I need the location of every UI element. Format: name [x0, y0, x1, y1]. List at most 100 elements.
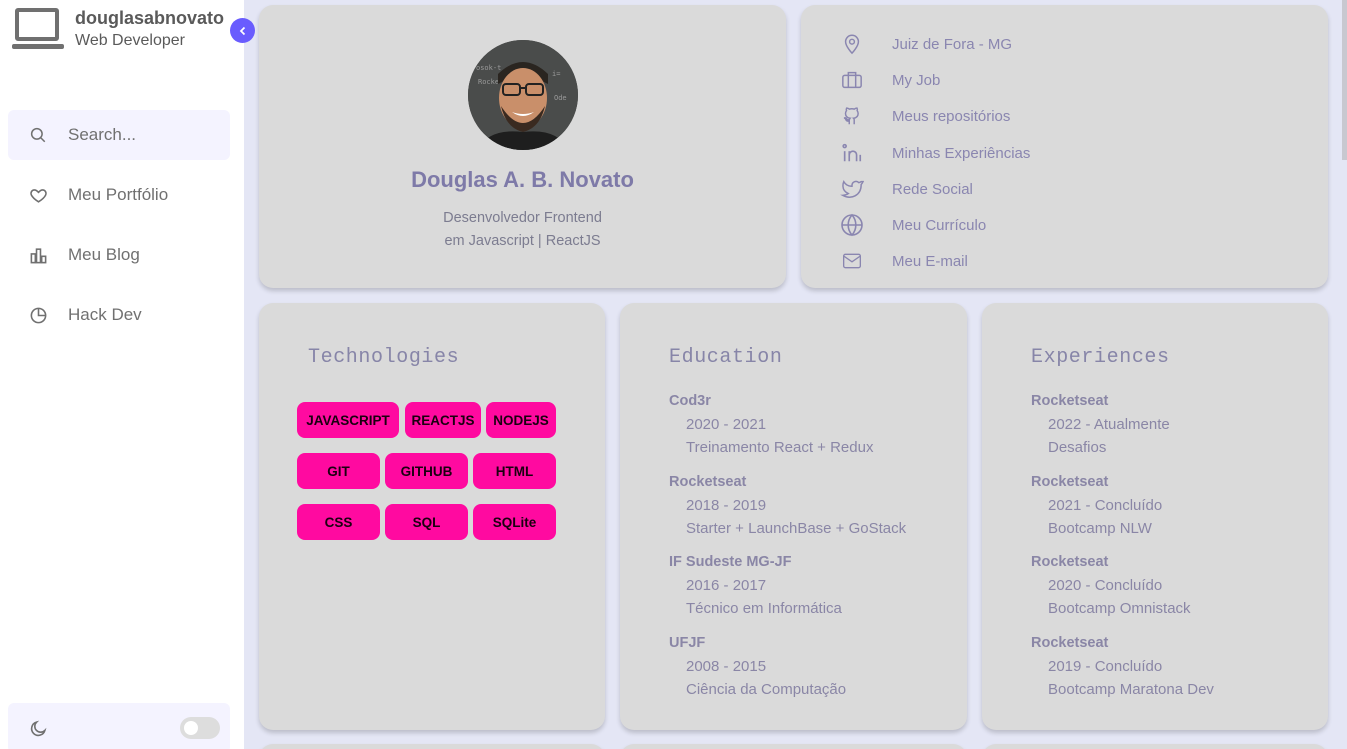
link-label: Rede Social	[892, 180, 973, 198]
briefcase-icon	[839, 67, 865, 93]
experience-entry: Rocketseat 2022 - Atualmente Desafios	[1031, 390, 1170, 459]
entry-title: IF Sudeste MG-JF	[669, 554, 792, 570]
nav-item-hackdev[interactable]: Hack Dev	[8, 290, 230, 340]
link-my-job[interactable]: My Job	[839, 65, 940, 95]
entry-period: 2019 - Concluído	[1048, 658, 1163, 675]
tech-tag: JAVASCRIPT	[297, 402, 399, 438]
laptop-icon	[12, 6, 64, 50]
entry-description: Bootcamp Omnistack	[1048, 600, 1191, 617]
entry-period: 2022 - Atualmente	[1048, 416, 1170, 433]
experience-entry: Rocketseat 2019 - Concluído Bootcamp Mar…	[1031, 632, 1214, 701]
link-curriculum[interactable]: Meu Currículo	[839, 210, 986, 240]
section-title: Education	[669, 346, 783, 369]
map-pin-icon	[839, 31, 865, 57]
experience-entry: Rocketseat 2021 - Concluído Bootcamp NLW	[1031, 471, 1162, 540]
entry-description: Bootcamp Maratona Dev	[1048, 681, 1214, 698]
tech-tag: SQL	[385, 504, 468, 540]
nav-label: Hack Dev	[68, 305, 142, 324]
profile-role-line: Desenvolvedor Frontend	[443, 210, 602, 226]
card-partial	[982, 744, 1328, 749]
entry-period: 2020 - 2021	[686, 416, 767, 433]
entry-period: 2016 - 2017	[686, 577, 767, 594]
heart-icon	[8, 170, 68, 220]
entry-description: Técnico em Informática	[686, 600, 842, 617]
link-label: Meus repositórios	[892, 107, 1011, 125]
pie-chart-icon	[8, 290, 68, 340]
nav-item-blog[interactable]: Meu Blog	[8, 230, 230, 280]
entry-period: 2021 - Concluído	[1048, 497, 1163, 514]
svg-text:Ode: Ode	[554, 94, 567, 102]
entry-description: Ciência da Computação	[686, 681, 847, 698]
svg-text:osok-t: osok-t	[476, 64, 501, 72]
entry-description: Treinamento React + Redux	[686, 439, 874, 456]
section-title: Technologies	[308, 346, 460, 369]
experiences-card: Experiences Rocketseat 2022 - Atualmente…	[982, 303, 1328, 730]
profile-card: osok-t Rocke i= Ode Douglas A. B. Novato…	[259, 5, 786, 288]
entry-title: Cod3r	[669, 393, 711, 409]
twitter-icon	[839, 176, 865, 202]
education-entry: IF Sudeste MG-JF 2016 - 2017 Técnico em …	[669, 551, 842, 620]
link-location[interactable]: Juiz de Fora - MG	[839, 29, 1012, 59]
linkedin-icon	[839, 140, 865, 166]
entry-title: Rocketseat	[1031, 635, 1109, 651]
chevron-left-icon	[239, 26, 245, 35]
link-label: Meu E-mail	[892, 252, 968, 270]
collapse-sidebar-button[interactable]	[230, 18, 255, 43]
link-label: My Job	[892, 71, 941, 89]
links-card: Juiz de Fora - MG My Job Meus repositóri…	[801, 5, 1328, 288]
profile-role-line: em Javascript | ReactJS	[444, 233, 601, 249]
bar-chart-icon	[8, 230, 68, 280]
tech-tag: REACTJS	[405, 402, 481, 438]
entry-title: Rocketseat	[1031, 393, 1109, 409]
entry-period: 2008 - 2015	[686, 658, 767, 675]
link-experiences[interactable]: Minhas Experiências	[839, 138, 1030, 168]
profile-name: Douglas A. B. Novato	[411, 167, 634, 192]
profile-role: Desenvolvedor Frontend em Javascript | R…	[259, 207, 786, 253]
education-card: Education Cod3r 2020 - 2021 Treinamento …	[620, 303, 967, 730]
svg-text:i=: i=	[552, 70, 560, 78]
avatar: osok-t Rocke i= Ode	[468, 40, 578, 150]
entry-description: Starter + LaunchBase + GoStack	[686, 520, 907, 537]
svg-text:Rocke: Rocke	[478, 78, 499, 86]
entry-period: 2018 - 2019	[686, 497, 767, 514]
link-label: Juiz de Fora - MG	[892, 35, 1013, 53]
entry-title: UFJF	[669, 635, 706, 651]
mail-icon	[839, 248, 865, 274]
entry-description: Bootcamp NLW	[1048, 520, 1152, 537]
nav-label: Meu Blog	[68, 245, 140, 264]
search-box[interactable]: Search...	[8, 110, 230, 160]
tech-tag: GIT	[297, 453, 380, 489]
experience-entry: Rocketseat 2020 - Concluído Bootcamp Omn…	[1031, 551, 1191, 620]
entry-period: 2020 - Concluído	[1048, 577, 1163, 594]
card-partial	[620, 744, 967, 749]
dark-mode-row	[8, 703, 230, 749]
nav-item-portfolio[interactable]: Meu Portfólio	[8, 170, 230, 220]
tech-tag: SQLite	[473, 504, 556, 540]
tech-tag: HTML	[473, 453, 556, 489]
education-entry: Rocketseat 2018 - 2019 Starter + LaunchB…	[669, 471, 906, 540]
scrollbar[interactable]	[1342, 0, 1347, 160]
entry-title: Rocketseat	[669, 474, 747, 490]
nav-label: Meu Portfólio	[68, 185, 169, 204]
sidebar: douglasabnovato Web Developer Search... …	[0, 0, 244, 749]
entry-title: Rocketseat	[1031, 474, 1109, 490]
search-input[interactable]: Search...	[68, 125, 136, 145]
card-partial	[259, 744, 605, 749]
dark-mode-toggle[interactable]	[180, 717, 220, 739]
brand-role: Web Developer	[75, 32, 185, 49]
education-entry: UFJF 2008 - 2015 Ciência da Computação	[669, 632, 846, 701]
link-social[interactable]: Rede Social	[839, 174, 973, 204]
link-label: Meu Currículo	[892, 216, 987, 234]
link-email[interactable]: Meu E-mail	[839, 246, 968, 276]
link-label: Minhas Experiências	[892, 144, 1031, 162]
search-icon	[8, 110, 68, 160]
moon-icon	[8, 703, 68, 749]
education-entry: Cod3r 2020 - 2021 Treinamento React + Re…	[669, 390, 873, 459]
globe-icon	[839, 212, 865, 238]
entry-title: Rocketseat	[1031, 554, 1109, 570]
entry-description: Desafios	[1048, 439, 1107, 456]
brand[interactable]: douglasabnovato Web Developer	[12, 6, 245, 52]
tech-tag: NODEJS	[486, 402, 556, 438]
section-title: Experiences	[1031, 346, 1170, 369]
link-repositories[interactable]: Meus repositórios	[839, 101, 1010, 131]
